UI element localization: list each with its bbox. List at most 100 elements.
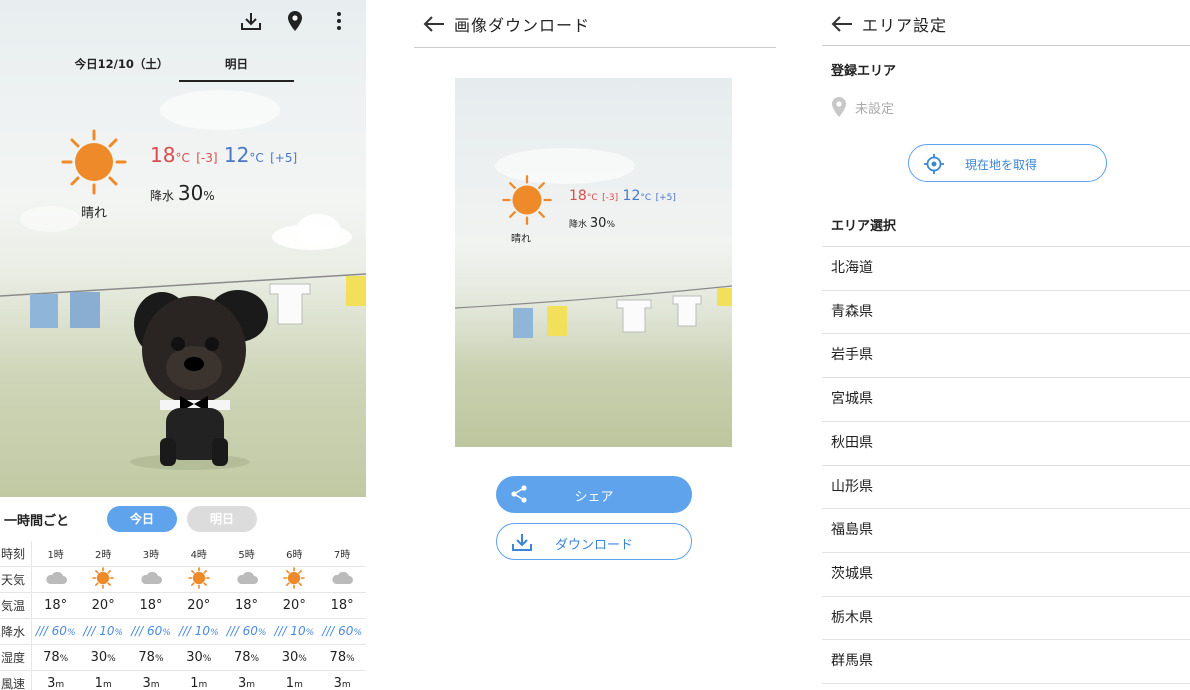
precip-value: 60 xyxy=(242,624,258,639)
clothesline xyxy=(455,285,732,338)
wind-unit: m xyxy=(294,679,303,690)
prefecture-item[interactable]: 青森県 xyxy=(822,289,1190,334)
download-header: 画像ダウンロード xyxy=(414,0,776,48)
hour-cell: 1時 xyxy=(31,541,80,568)
hourly-header: 一時間ごと 今日 明日 xyxy=(0,506,366,534)
area-panel: エリア設定 登録エリア 未設定 現在地を取得 エリア選択 北海道 青森県 岩手県 宮城… xyxy=(822,0,1190,690)
location-pin-icon[interactable] xyxy=(282,8,308,34)
temp-cell: 20° xyxy=(79,592,128,620)
temp-cell: 18° xyxy=(127,592,175,620)
precip-cell: /// 60% xyxy=(222,618,271,645)
back-arrow-icon[interactable] xyxy=(422,14,446,38)
hourly-table: 時刻 1時 2時 3時 4時 5時 6時 7時 天気 気温 18° 20° 18° 20° 18° 20°… xyxy=(0,541,366,690)
humidity-unit: % xyxy=(298,653,307,664)
temp-cell: 18° xyxy=(318,592,366,620)
prefecture-item[interactable]: 宮城県 xyxy=(822,377,1190,421)
preview-low-diff: [+5] xyxy=(655,193,676,203)
table-row: 天気 xyxy=(0,566,366,594)
more-menu-icon[interactable] xyxy=(326,8,352,34)
wind-cell: 3m xyxy=(222,670,271,690)
precip-cell: /// 10% xyxy=(79,618,128,645)
precip-unit: % xyxy=(257,628,267,639)
precip-value: 10 xyxy=(290,624,306,639)
temp-cell: 18° xyxy=(31,592,80,620)
table-row: 降水/// 60%/// 10%/// 60%/// 10%/// 60%///… xyxy=(0,618,366,645)
hour-cell: 7時 xyxy=(318,541,366,568)
registered-area-title: 登録エリア xyxy=(831,64,897,79)
prefecture-item[interactable]: 栃木県 xyxy=(822,595,1190,640)
humidity-unit: % xyxy=(107,653,116,664)
humidity-unit: % xyxy=(59,653,69,664)
image-preview: 晴れ 18°C [-3] 12°C [+5] 降水 30% xyxy=(455,78,732,447)
temp-cell: 18° xyxy=(222,592,271,620)
hourly-title: 一時間ごと xyxy=(4,514,70,529)
humidity-cell: 30% xyxy=(174,644,223,671)
humidity-cell: 78% xyxy=(127,644,175,671)
precip-value: 60 xyxy=(51,624,67,639)
wind-unit: m xyxy=(341,679,351,690)
prefecture-item[interactable]: 茨城県 xyxy=(822,551,1190,596)
download-button[interactable]: ダウンロード xyxy=(496,523,692,560)
rain-unit: % xyxy=(203,189,215,203)
high-unit: °C xyxy=(175,151,190,165)
back-arrow-icon[interactable] xyxy=(830,14,854,38)
prefecture-item[interactable]: 福島県 xyxy=(822,508,1190,552)
temp-cell: 20° xyxy=(270,592,319,620)
rain-label: 降水 xyxy=(150,189,175,203)
wind-cell: 1m xyxy=(79,670,128,690)
precip-value: 10 xyxy=(99,624,115,639)
preview-high-unit: °C xyxy=(586,193,598,203)
precip-value: 60 xyxy=(147,624,163,639)
wind-unit: m xyxy=(55,679,65,690)
hourly-tab-today[interactable]: 今日 xyxy=(107,506,177,532)
precip-cell: /// 60% xyxy=(127,618,175,645)
share-label: シェア xyxy=(574,490,614,505)
cloud-icon xyxy=(222,566,271,594)
precip-cell: /// 10% xyxy=(270,618,319,645)
area-header: エリア設定 xyxy=(822,0,1190,46)
precip-unit: % xyxy=(353,628,362,639)
wind-unit: m xyxy=(150,679,160,690)
prefecture-item[interactable]: 秋田県 xyxy=(822,420,1190,465)
humidity-unit: % xyxy=(154,653,164,664)
get-location-label: 現在地を取得 xyxy=(965,158,1038,172)
humidity-unit: % xyxy=(346,653,355,664)
hour-cell: 5時 xyxy=(222,541,271,568)
cloud-icon xyxy=(127,566,175,594)
wind-cell: 1m xyxy=(174,670,223,690)
prefecture-item[interactable]: 群馬県 xyxy=(822,639,1190,683)
tab-today[interactable]: 今日12/10（土） xyxy=(64,56,179,82)
low-diff: [+5] xyxy=(270,151,298,165)
hour-cell: 4時 xyxy=(174,541,223,568)
table-row: 気温 18° 20° 18° 20° 18° 20° 18° xyxy=(0,592,366,620)
weather-illustration: 今日12/10（土） 明日 晴れ 18°C [-3] 12°C [+5] 降水 xyxy=(0,0,366,497)
precip-value: 60 xyxy=(338,624,354,639)
precip-value: 10 xyxy=(194,624,211,639)
prefecture-item[interactable]: 岩手県 xyxy=(822,333,1190,377)
share-button[interactable]: シェア xyxy=(496,476,692,513)
tab-tomorrow[interactable]: 明日 xyxy=(179,56,294,82)
preview-low: 12 xyxy=(622,188,641,204)
hour-cell: 6時 xyxy=(270,541,319,568)
preview-high-diff: [-3] xyxy=(602,193,619,203)
dog-illustration xyxy=(130,290,268,470)
hour-cell: 3時 xyxy=(127,541,175,568)
table-row: 湿度 78% 30% 78% 30% 78% 30% 78% xyxy=(0,644,366,671)
precip-cell: /// 60% xyxy=(31,618,80,645)
download-icon[interactable] xyxy=(238,8,264,34)
low-unit: °C xyxy=(249,151,264,165)
humidity-cell: 78% xyxy=(318,644,366,671)
download-label: ダウンロード xyxy=(554,538,633,553)
table-row: 時刻 1時 2時 3時 4時 5時 6時 7時 xyxy=(0,541,366,568)
hourly-tab-tomorrow[interactable]: 明日 xyxy=(187,506,257,532)
wind-value: 1 xyxy=(190,675,199,690)
crosshair-icon xyxy=(923,153,945,178)
row-label: 時刻 xyxy=(0,541,32,568)
sun-icon xyxy=(270,566,319,594)
prefecture-item[interactable]: 北海道 xyxy=(822,246,1190,290)
unset-label: 未設定 xyxy=(855,101,895,117)
prefecture-item[interactable]: 山形県 xyxy=(822,464,1190,509)
wind-unit: m xyxy=(198,679,208,690)
row-label: 降水 xyxy=(0,618,32,645)
get-current-location-button[interactable]: 現在地を取得 xyxy=(908,144,1107,182)
